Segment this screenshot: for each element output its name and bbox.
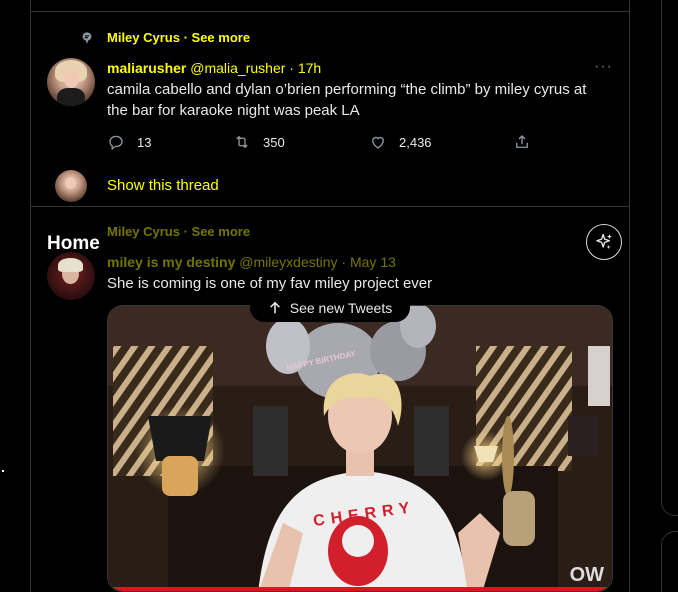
display-name[interactable]: miley is my destiny [107, 254, 235, 270]
avatar-face [64, 70, 79, 88]
tweet-header: maliarusher @malia_rusher · 17h [107, 60, 321, 76]
social-context-text: Miley Cyrus · See more [107, 30, 251, 45]
tweet-text: She is coming is one of my fav miley pro… [107, 275, 433, 292]
display-name[interactable]: maliarusher [107, 60, 186, 76]
sidebar-card-top [661, 0, 678, 516]
video-frame [108, 306, 612, 591]
reply-icon [109, 135, 123, 151]
page-title: Home [47, 233, 100, 254]
retweet-icon [236, 135, 248, 149]
tweet-header: miley is my destiny @mileyxdestiny · May… [107, 254, 396, 270]
heart-icon [372, 136, 384, 149]
social-context[interactable]: Miley Cyrus · See more [107, 224, 250, 239]
timeline-left-border [30, 0, 31, 592]
thread-avatar[interactable] [55, 170, 87, 202]
share-button[interactable] [513, 133, 531, 151]
show-thread-link[interactable]: Show this thread [107, 177, 219, 194]
avatar[interactable] [47, 58, 95, 106]
sidebar-card-bottom [661, 531, 678, 592]
avatar[interactable] [47, 252, 95, 300]
sparkle-icon [596, 233, 612, 250]
more-horizontal-icon[interactable]: ··· [594, 58, 613, 76]
arrow-up-icon [269, 301, 280, 313]
scroll-dot [2, 470, 4, 472]
tweet-text: camila cabello and dylan o’brien perform… [107, 81, 587, 119]
see-new-tweets-label: See new Tweets [289, 299, 393, 316]
avatar-body [57, 88, 85, 106]
reply-button[interactable]: 13 [107, 133, 151, 151]
channel-logo: OW [569, 564, 604, 586]
tweet-divider [30, 206, 630, 207]
social-context[interactable]: Miley Cyrus · See more [82, 30, 251, 45]
retweet-button[interactable]: 350 [233, 133, 285, 151]
avatar-hair [58, 258, 83, 272]
tweet-video[interactable]: CHERRY HAPPY BIRTHDAY OW [107, 305, 613, 592]
see-new-tweets-button[interactable]: See new Tweets [250, 293, 410, 322]
top-divider [30, 11, 630, 12]
like-count: 2,436 [399, 134, 432, 150]
timeline-right-border [629, 0, 630, 592]
like-button[interactable]: 2,436 [369, 133, 432, 151]
handle-time[interactable]: @mileyxdestiny · May 13 [239, 254, 396, 270]
topic-icon [82, 32, 92, 44]
social-context-text: Miley Cyrus · See more [107, 224, 251, 239]
reply-count: 13 [137, 134, 152, 150]
thread-avatar-face [65, 177, 76, 189]
handle-time[interactable]: @malia_rusher · 17h [190, 60, 321, 76]
share-icon [516, 135, 528, 148]
retweet-count: 350 [263, 134, 285, 150]
top-tweets-button[interactable] [586, 224, 622, 260]
